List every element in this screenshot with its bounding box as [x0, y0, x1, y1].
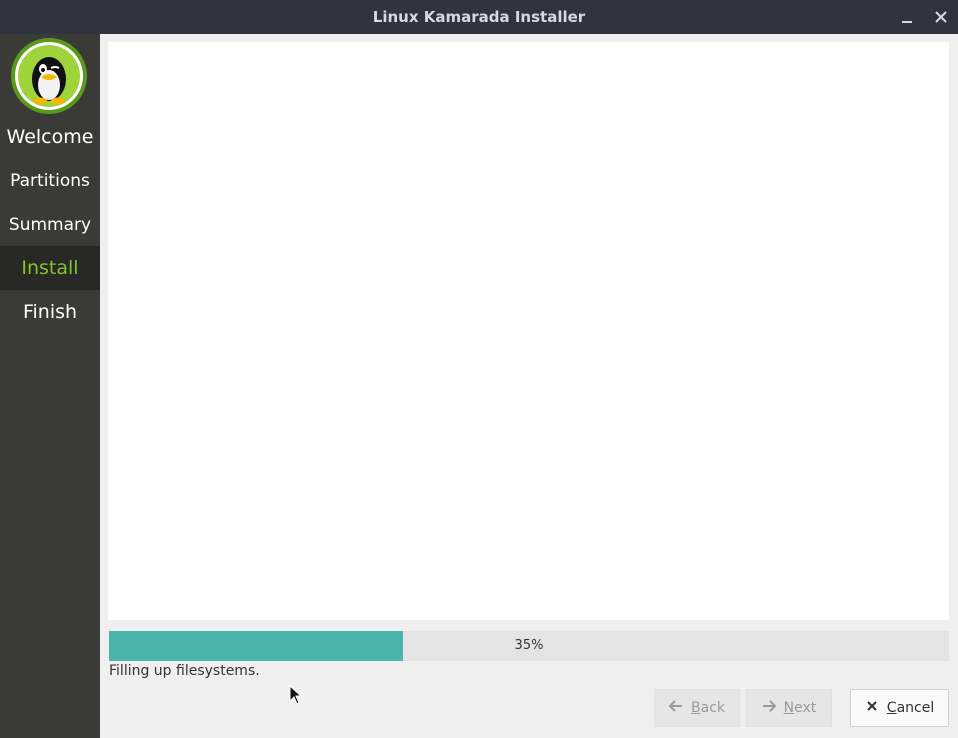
install-progress-bar: 35%: [109, 631, 949, 661]
arrow-right-icon: [762, 700, 777, 716]
sidebar-step-install: Install: [0, 246, 100, 290]
sidebar: Welcome Partitions Summary Install Finis…: [0, 34, 100, 738]
back-button-label: Back: [691, 700, 725, 716]
close-icon[interactable]: [929, 5, 953, 29]
sidebar-step-partitions: Partitions: [10, 171, 90, 191]
tux-logo-icon: [10, 37, 88, 115]
back-button[interactable]: Back: [654, 689, 740, 727]
progress-percent-label: 35%: [514, 638, 544, 653]
title-bar: Linux Kamarada Installer: [0, 0, 958, 34]
cancel-button[interactable]: Cancel: [850, 689, 949, 727]
sidebar-step-summary: Summary: [8, 215, 92, 235]
cancel-button-label: Cancel: [886, 700, 935, 716]
next-button[interactable]: Next: [746, 689, 832, 727]
slideshow-area: [108, 42, 949, 620]
install-status-text: Filling up filesystems.: [109, 663, 260, 679]
minimize-icon[interactable]: [895, 5, 919, 29]
mouse-cursor-icon: [289, 684, 303, 707]
sidebar-step-finish: Finish: [22, 301, 78, 323]
main-content: 35% Filling up filesystems. Back Next Ca…: [100, 34, 958, 738]
window-title: Linux Kamarada Installer: [372, 8, 586, 26]
arrow-left-icon: [668, 700, 683, 716]
x-icon: [865, 700, 879, 716]
sidebar-step-welcome: Welcome: [6, 126, 94, 148]
next-button-label: Next: [783, 700, 817, 716]
